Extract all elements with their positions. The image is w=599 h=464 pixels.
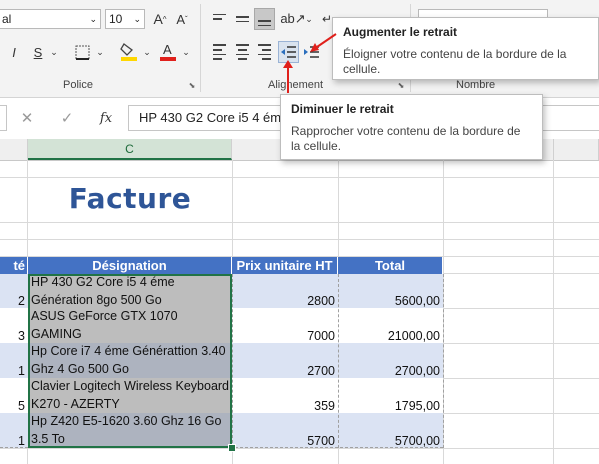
insert-function-button[interactable]: fx	[95, 108, 117, 128]
column-header-c[interactable]: C	[28, 139, 232, 160]
tooltip-body: Éloigner votre contenu de la bordure de …	[343, 47, 567, 76]
chevron-down-icon[interactable]: ⌄	[180, 42, 192, 62]
underline-button[interactable]: S	[30, 42, 46, 62]
header-prix-unitaire: Prix unitaire HT	[232, 257, 338, 274]
font-color-button[interactable]: A	[158, 40, 178, 62]
italic-label: I	[12, 44, 16, 60]
borders-icon	[75, 45, 89, 60]
gridline	[0, 239, 599, 240]
cell-designation[interactable]: Hp Z420 E5-1620 3.60 Ghz 16 Go 3.5 To	[29, 413, 231, 448]
annotation-arrows	[283, 33, 337, 93]
font-color-icon: A	[160, 42, 176, 61]
cell-prix[interactable]: 2700	[233, 343, 337, 378]
gridline	[0, 222, 599, 223]
column-header-g[interactable]	[554, 139, 599, 160]
cell-qty[interactable]: 5	[0, 378, 27, 413]
cell-designation[interactable]: Clavier Logitech Wireless Keyboard K270 …	[29, 378, 231, 413]
align-left-button[interactable]	[209, 42, 229, 62]
chevron-down-icon: ⌄	[133, 13, 141, 24]
header-total: Total	[338, 257, 443, 274]
cell-total[interactable]: 1795,00	[339, 378, 442, 413]
arrow-left-line	[313, 33, 337, 50]
align-bottom-button[interactable]	[254, 8, 275, 30]
check-icon[interactable]: ✓	[56, 108, 78, 128]
font-size-value: 10	[109, 12, 123, 26]
gridline	[0, 448, 599, 449]
nombre-group-label: Nombre	[456, 79, 496, 91]
column-c-label: C	[125, 141, 134, 156]
font-name-value: al	[2, 12, 12, 26]
chevron-down-icon[interactable]: ⌄	[304, 9, 314, 29]
cell-prix[interactable]: 359	[233, 378, 337, 413]
invoice-title: Facture	[68, 181, 192, 215]
table-border	[443, 274, 445, 448]
italic-button[interactable]: I	[6, 42, 22, 62]
cell-total[interactable]: 21000,00	[339, 308, 442, 343]
chevron-down-icon[interactable]: ⌄	[141, 42, 153, 62]
cancel-icon[interactable]: ✕	[16, 108, 38, 128]
wrap-text-icon[interactable]: ↵	[322, 9, 332, 29]
name-box[interactable]	[0, 105, 7, 131]
paint-bucket-icon	[120, 43, 137, 61]
chevron-down-icon[interactable]: ⌄	[94, 42, 106, 62]
tooltip-body: Rapprocher votre contenu de la bordure d…	[291, 124, 521, 153]
cell-designation[interactable]: Hp Core i7 4 éme Générattion 3.40 Ghz 4 …	[29, 343, 231, 378]
cell-qty[interactable]: 3	[0, 308, 27, 343]
header-designation: Désignation	[28, 257, 232, 274]
cell-designation[interactable]: HP 430 G2 Core i5 4 éme Génération 8go 5…	[29, 274, 231, 308]
cell-qty[interactable]: 1	[0, 413, 27, 448]
align-top-button[interactable]	[209, 9, 229, 29]
cell-qty[interactable]: 1	[0, 343, 27, 378]
cell-qty[interactable]: 2	[0, 274, 27, 308]
chevron-down-icon: ⌄	[89, 13, 97, 24]
increase-font-size-button[interactable]: A ^	[151, 9, 169, 29]
cell-designation[interactable]: ASUS GeForce GTX 1070 GAMING	[29, 308, 231, 343]
text-orientation-icon: ab↗	[280, 11, 306, 26]
cell-prix[interactable]: 7000	[233, 308, 337, 343]
tooltip-augmenter-retrait: Augmenter le retrait Éloigner votre cont…	[332, 17, 599, 80]
dialog-launcher-icon[interactable]: ⬊	[396, 80, 406, 90]
chevron-down-icon[interactable]: ⌄	[48, 42, 60, 62]
group-separator	[200, 4, 201, 92]
font-name-combo[interactable]: al ⌄	[0, 9, 101, 29]
police-group-label: Police	[63, 79, 93, 91]
fill-color-button[interactable]	[118, 40, 140, 62]
gridline	[0, 177, 599, 178]
align-center-button[interactable]	[232, 42, 252, 62]
fx-label: fx	[99, 110, 113, 126]
cell-prix[interactable]: 2800	[233, 274, 337, 308]
header-quantite: té	[0, 257, 28, 274]
cell-total[interactable]: 2700,00	[339, 343, 442, 378]
arrow-up-head	[283, 60, 293, 68]
decrease-font-size-button[interactable]: Aˇ	[173, 9, 191, 29]
cell-total[interactable]: 5600,00	[339, 274, 442, 308]
cell-total[interactable]: 5700,00	[339, 413, 442, 448]
borders-button[interactable]	[72, 42, 92, 62]
svg-text:A: A	[163, 42, 172, 57]
formula-value: HP 430 G2 Core i5 4 éme	[139, 110, 289, 125]
tooltip-title: Augmenter le retrait	[343, 25, 458, 39]
orientation-button[interactable]: ab↗	[280, 9, 306, 29]
column-header-b[interactable]	[0, 139, 28, 160]
gridline	[553, 160, 554, 464]
font-size-combo[interactable]: 10 ⌄	[105, 9, 145, 29]
align-middle-button[interactable]	[232, 9, 252, 29]
dialog-launcher-icon[interactable]: ⬊	[187, 80, 197, 90]
cell-prix[interactable]: 5700	[233, 413, 337, 448]
